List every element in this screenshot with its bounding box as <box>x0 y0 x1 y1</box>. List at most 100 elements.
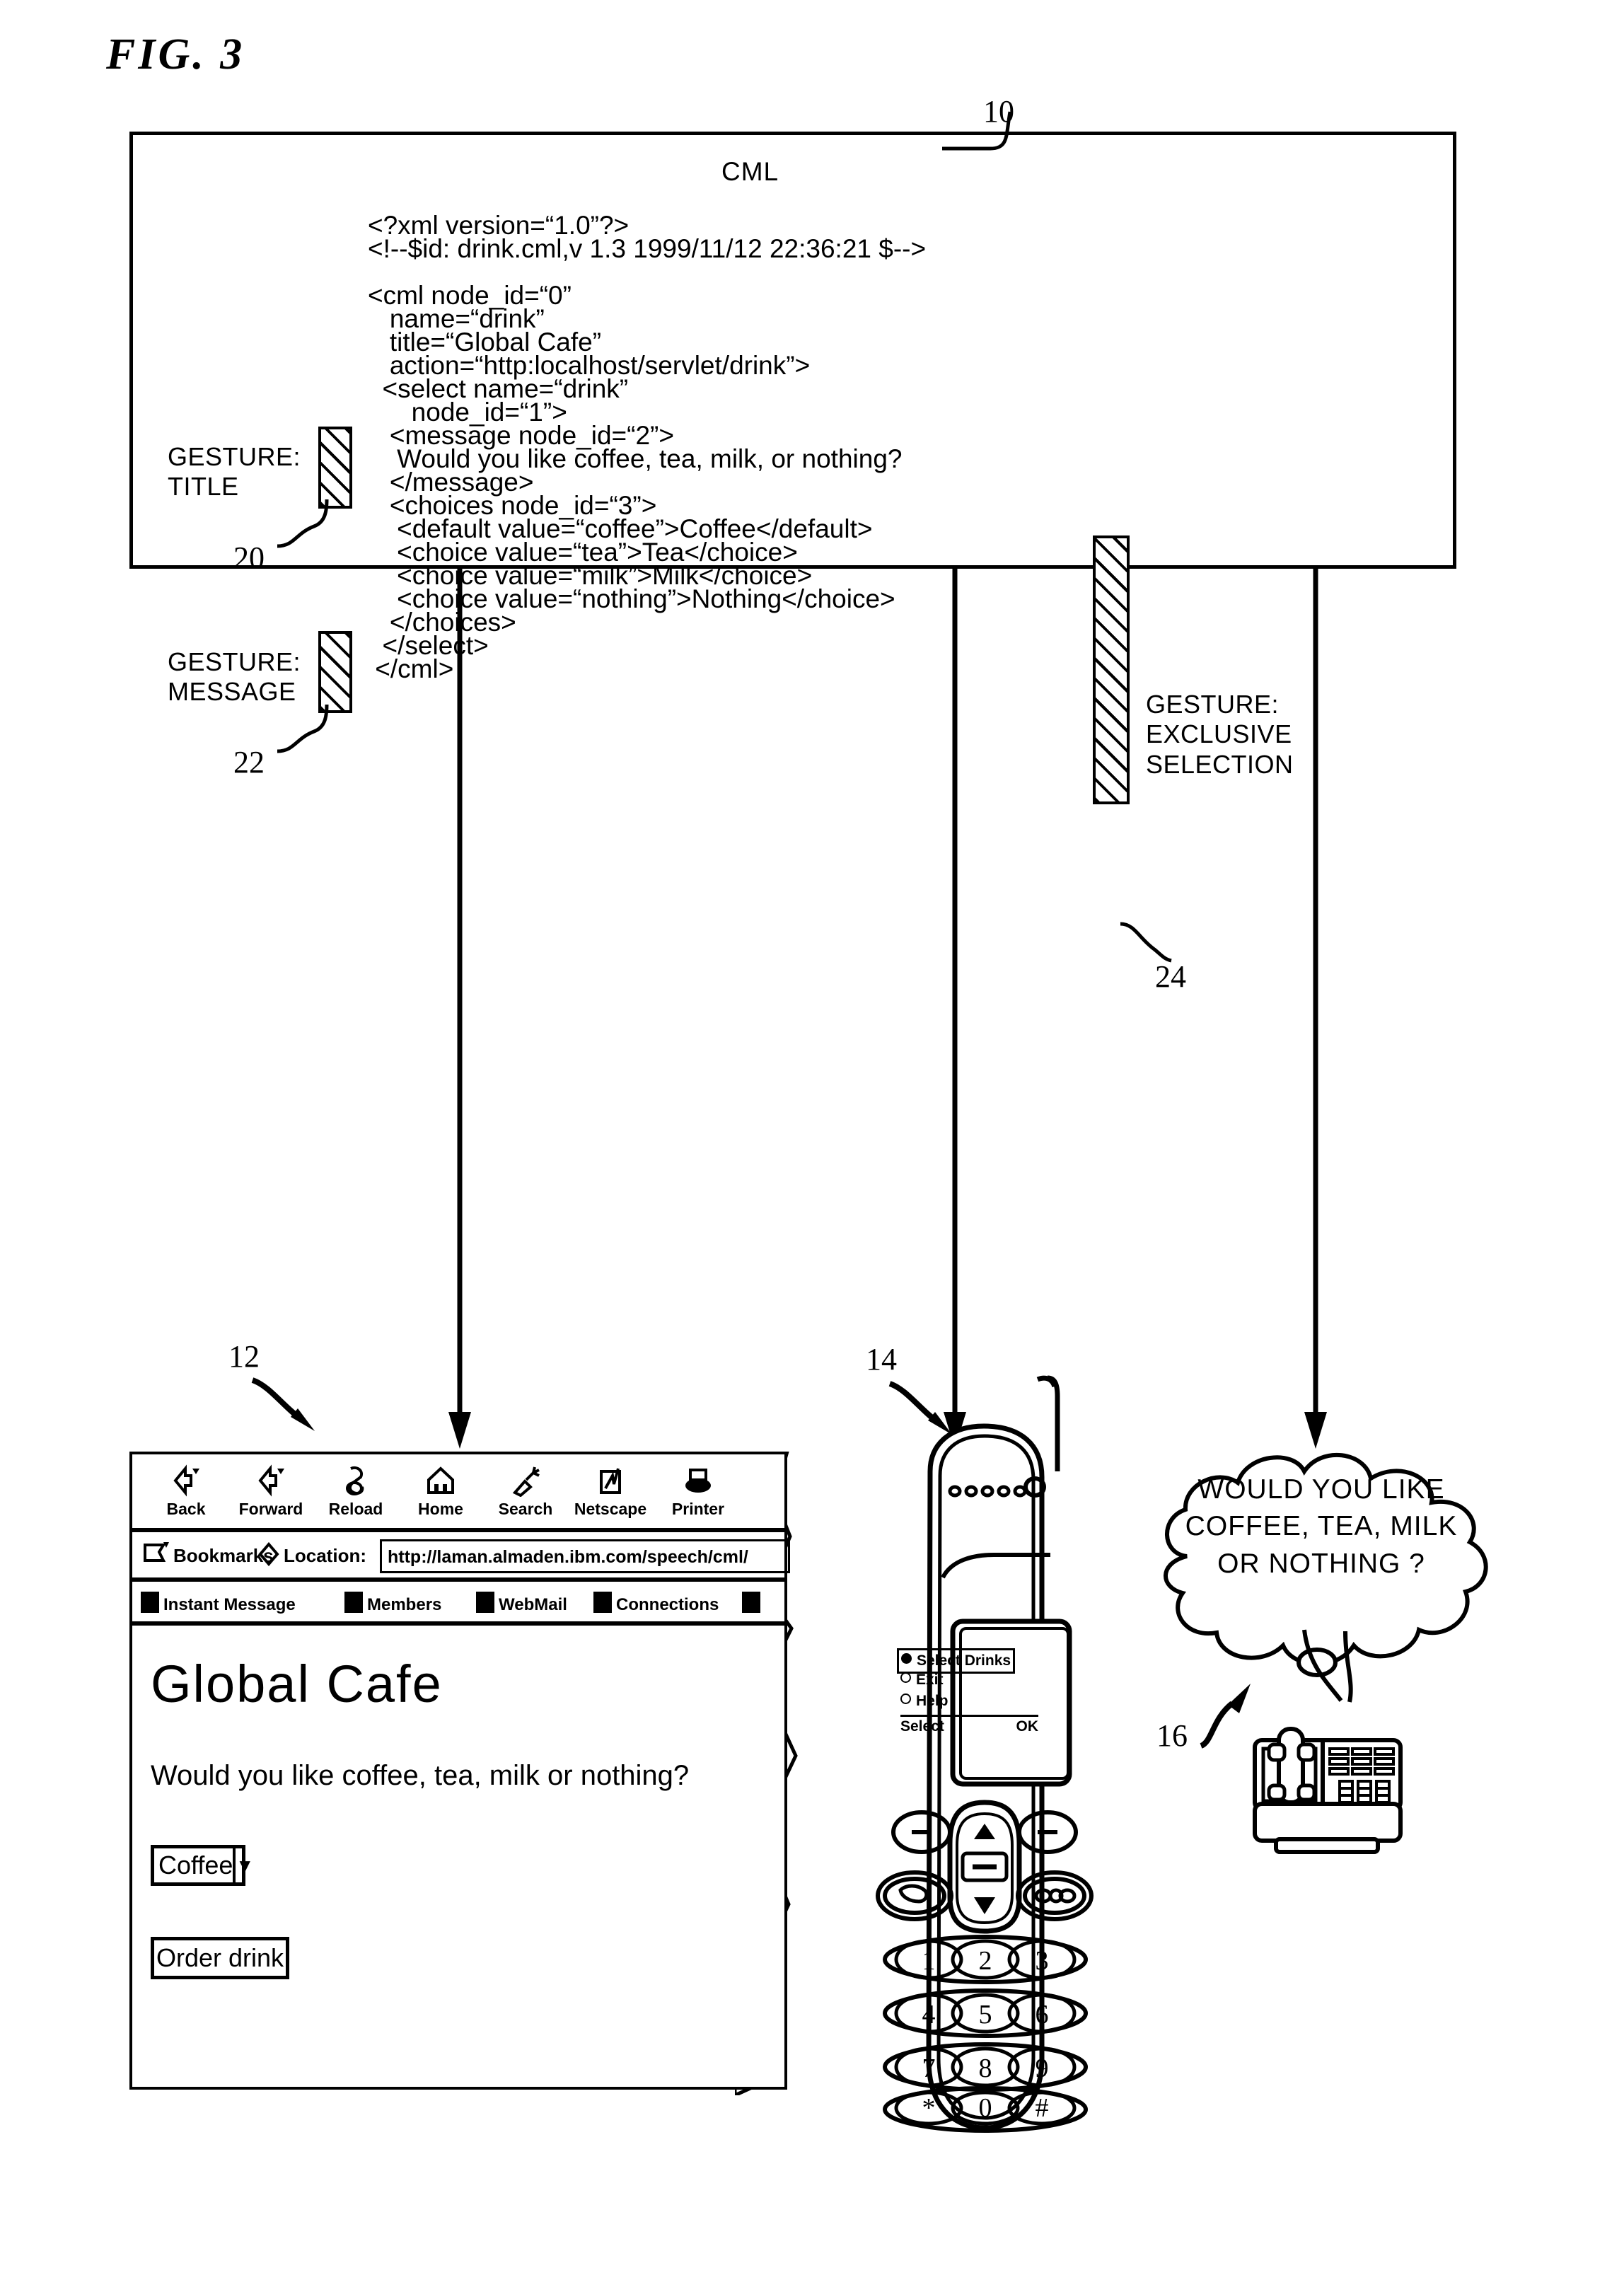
cml-panel-title: CML <box>721 157 779 186</box>
svg-text:9: 9 <box>1036 2054 1049 2083</box>
phone-softkey-right[interactable]: OK <box>1016 1718 1039 1735</box>
bookmarks-flag-icon[interactable] <box>142 1541 170 1568</box>
toolbar-button-back[interactable]: Back <box>144 1464 228 1519</box>
gesture-message-line1: GESTURE: <box>168 647 301 676</box>
toolbar-button-printer[interactable]: Printer <box>656 1464 741 1519</box>
cml-code-line: <message node_id=“2”> <box>368 421 674 450</box>
personal-link-label-3: Connections <box>616 1595 719 1614</box>
ref-22-leader-line <box>277 704 329 753</box>
svg-text:2: 2 <box>979 1946 992 1976</box>
ref-number-16: 16 <box>1156 1718 1188 1753</box>
phone-screen-menu: Select Drinks Exit Help Select OK <box>897 1648 1038 1735</box>
toolbar-label-printer: Printer <box>671 1500 725 1518</box>
cml-code-line: name=“drink” <box>368 304 545 333</box>
cml-code-line: node_id=“1”> <box>368 398 567 427</box>
gesture-bar-exclusive <box>1093 535 1130 804</box>
phone-menu-item-selected[interactable]: Select Drinks <box>897 1648 1038 1674</box>
chevron-down-icon[interactable]: ▼ <box>233 1848 254 1882</box>
speech-cloud-text: WOULD YOU LIKE COFFEE, TEA, MILK OR NOTH… <box>1180 1471 1463 1582</box>
browser-content-area: Global Cafe Would you like coffee, tea, … <box>129 1623 787 2090</box>
forward-arrow-icon <box>228 1464 313 1501</box>
gesture-exclusive-line1: GESTURE: <box>1146 690 1280 719</box>
personal-link-label-2: WebMail <box>499 1595 567 1614</box>
ref-number-10: 10 <box>983 94 1014 129</box>
personal-link-label-0: Instant Message <box>163 1595 296 1614</box>
ref-number-24: 24 <box>1155 959 1186 994</box>
toolbar-button-search[interactable]: Search <box>483 1464 568 1519</box>
order-drink-button[interactable]: Order drink <box>151 1937 289 1979</box>
cloud-line-3: OR NOTHING ? <box>1217 1548 1425 1579</box>
person-icon <box>141 1592 159 1613</box>
svg-text:4: 4 <box>922 2000 936 2030</box>
toolbar-label-back: Back <box>166 1500 206 1518</box>
page-icon <box>593 1592 612 1613</box>
personal-link-instant-message[interactable]: Instant Message <box>141 1592 296 1615</box>
cml-code-line: </select> <box>368 631 489 660</box>
arrow-to-browser <box>448 566 471 1449</box>
cml-code-line: <choice value=“milk”>Milk</choice> <box>368 561 813 590</box>
gesture-label-exclusive: GESTURE: EXCLUSIVE SELECTION <box>1146 690 1294 780</box>
gesture-title-line1: GESTURE: <box>168 442 301 471</box>
toolbar-button-forward[interactable]: Forward <box>228 1464 313 1519</box>
gesture-label-message: GESTURE: MESSAGE <box>168 647 301 707</box>
svg-text:6: 6 <box>1036 2000 1049 2030</box>
svg-text:1: 1 <box>922 1946 936 1976</box>
toolbar-label-home: Home <box>418 1500 463 1518</box>
cml-code-line: <choice value=“nothing”>Nothing</choice> <box>368 584 895 613</box>
cml-code-line: Would you like coffee, tea, milk, or not… <box>368 444 903 473</box>
browser-window: Back Forward Reload Home Search Netscape… <box>129 1452 798 2095</box>
location-label: Location: <box>284 1545 366 1566</box>
desk-telephone-illustration <box>1253 1727 1403 1854</box>
personal-link-members[interactable]: Members <box>344 1592 441 1615</box>
svg-text:#: # <box>1036 2093 1049 2123</box>
radio-selected-icon <box>901 1653 912 1664</box>
ref-number-22: 22 <box>233 745 265 780</box>
phone-softkey-bar: Select OK <box>900 1715 1038 1735</box>
page-prompt-text: Would you like coffee, tea, milk or noth… <box>151 1760 690 1791</box>
cml-code-line: <?xml version=“1.0”?> <box>368 211 630 240</box>
page-icon <box>344 1592 363 1613</box>
cml-code-line: action=“http:localhost/servlet/drink”> <box>368 351 811 380</box>
toolbar-label-search: Search <box>498 1500 553 1518</box>
ref-12-arrow <box>251 1377 315 1431</box>
toolbar-label-forward: Forward <box>238 1500 303 1518</box>
location-input[interactable]: http://laman.almaden.ibm.com/speech/cml/ <box>380 1539 790 1573</box>
svg-text:0: 0 <box>979 2093 992 2123</box>
personal-link-extra[interactable] <box>742 1592 765 1615</box>
reload-icon <box>313 1464 398 1501</box>
svg-text:8: 8 <box>979 2054 992 2083</box>
cloud-line-2: COFFEE, TEA, MILK <box>1185 1511 1458 1542</box>
toolbar-button-home[interactable]: Home <box>398 1464 483 1519</box>
ref-number-12: 12 <box>228 1339 260 1374</box>
radio-unselected-icon <box>900 1672 911 1683</box>
browser-toolbar: Back Forward Reload Home Search Netscape… <box>129 1452 787 1531</box>
back-arrow-icon <box>144 1464 228 1501</box>
page-icon <box>742 1592 760 1613</box>
cml-code-line: title=“Global Cafe” <box>368 328 602 357</box>
search-flashlight-icon <box>483 1464 568 1501</box>
cml-code-line: <cml node_id=“0” <box>368 281 572 310</box>
printer-icon <box>656 1464 741 1501</box>
svg-text:*: * <box>922 2093 936 2123</box>
drink-select-dropdown[interactable]: Coffee ▼ <box>151 1845 254 1886</box>
figure-caption: FIG. 3 <box>106 30 245 79</box>
toolbar-button-reload[interactable]: Reload <box>313 1464 398 1519</box>
ref-20-leader-line <box>277 499 329 548</box>
speech-cloud-tail <box>1302 1629 1353 1703</box>
phone-menu-item-help[interactable]: Help <box>900 1691 1038 1712</box>
page-title: Global Cafe <box>151 1655 443 1713</box>
cml-code-line: <default value=“coffee”>Coffee</default> <box>368 514 873 543</box>
gesture-exclusive-line2: EXCLUSIVE <box>1146 719 1292 749</box>
arrow-to-telephone <box>1304 566 1327 1449</box>
toolbar-button-netscape[interactable]: Netscape <box>568 1464 653 1519</box>
radio-unselected-icon <box>900 1693 911 1704</box>
phone-softkey-left[interactable]: Select <box>900 1718 944 1735</box>
personal-link-webmail[interactable]: WebMail <box>476 1592 567 1615</box>
toolbar-label-netscape: Netscape <box>574 1500 647 1518</box>
browser-personal-toolbar: Instant Message Members WebMail Connecti… <box>129 1579 787 1624</box>
ref-number-20: 20 <box>233 540 265 575</box>
phone-menu-label-1: Exit <box>916 1672 944 1688</box>
gesture-label-title: GESTURE: TITLE <box>168 442 301 502</box>
personal-link-connections[interactable]: Connections <box>593 1592 719 1615</box>
page-diamond-icon <box>258 1541 279 1570</box>
